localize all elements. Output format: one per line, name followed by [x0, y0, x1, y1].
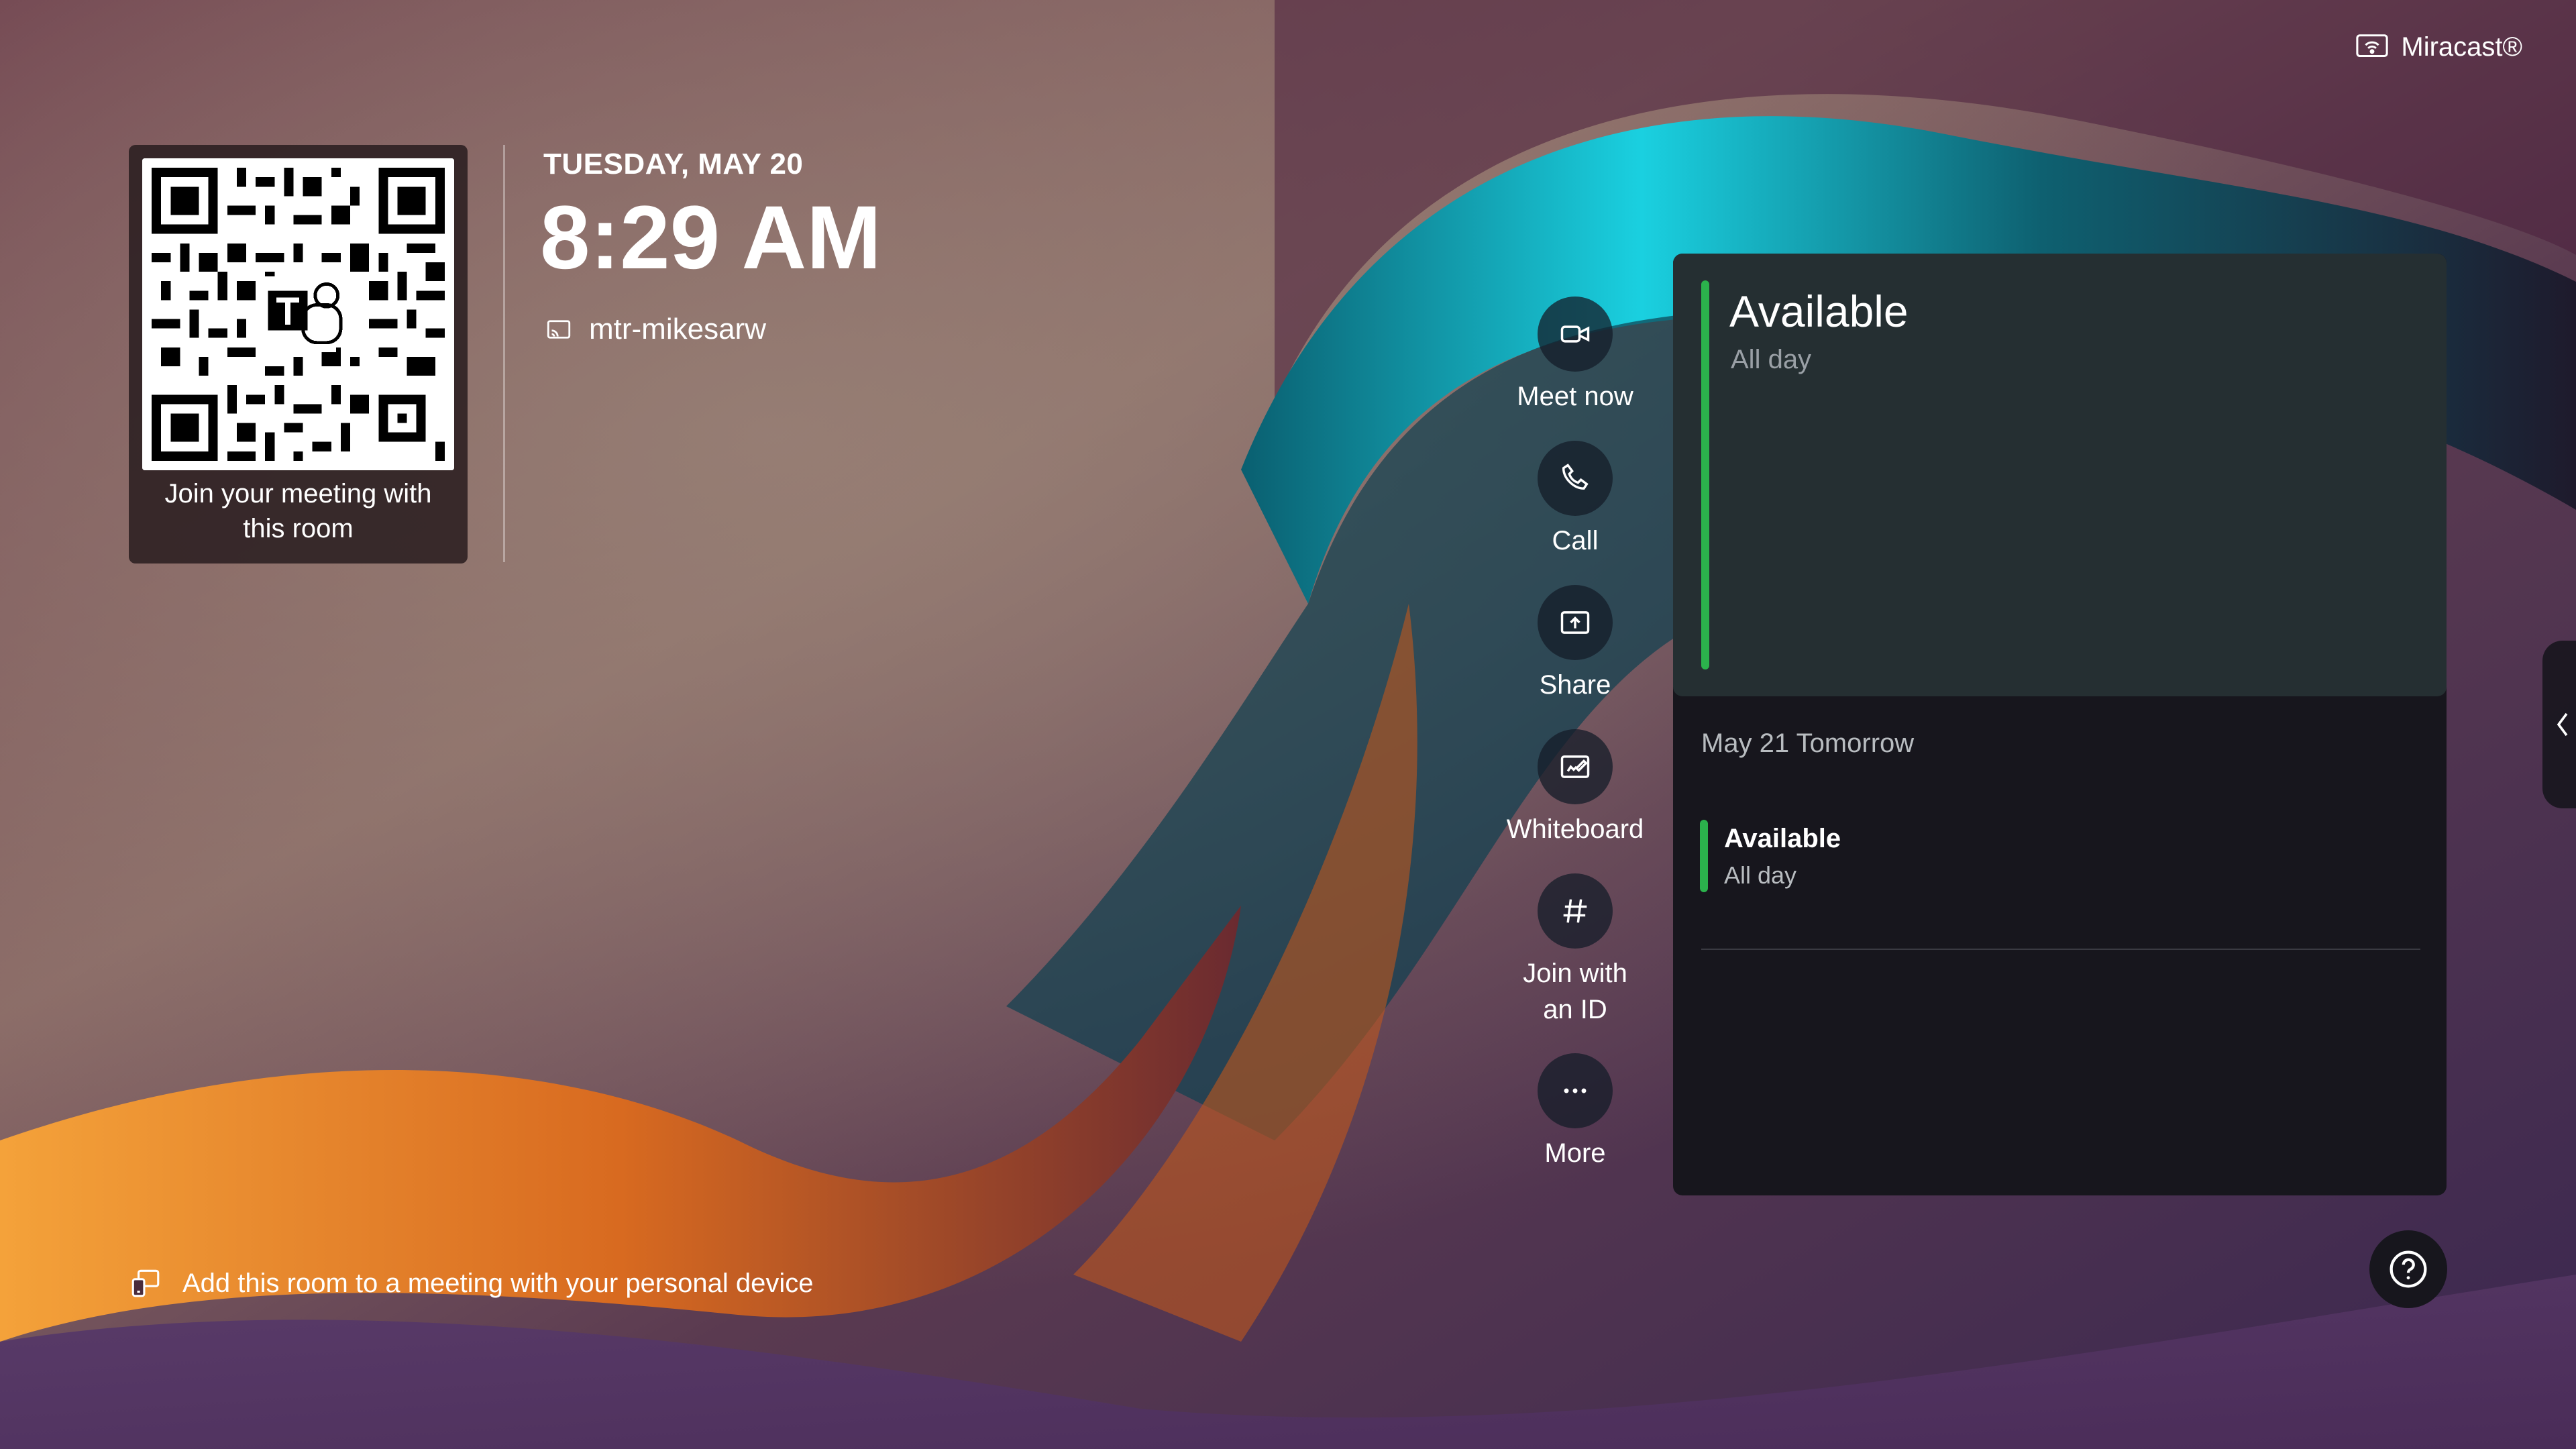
side-panel-tab[interactable]: [2542, 641, 2576, 808]
share-label: Share: [1539, 670, 1611, 700]
date-label: TUESDAY, MAY 20: [543, 148, 804, 180]
today-status-card[interactable]: Available All day: [1673, 254, 2447, 696]
join-with-id-label: Join with an ID: [1523, 959, 1627, 1024]
availability-indicator: [1701, 280, 1709, 669]
qr-code: [142, 158, 454, 470]
qr-join-card: Join your meeting with this room: [129, 145, 468, 564]
ellipsis-icon: [1564, 1088, 1587, 1093]
whiteboard-button[interactable]: Whiteboard: [1468, 729, 1682, 847]
teams-logo: [260, 276, 343, 352]
miracast-label: Miracast®: [2401, 32, 2522, 62]
miracast-icon: [2356, 34, 2389, 57]
video-camera-icon: [1560, 325, 1590, 343]
share-screen-icon: [1560, 611, 1590, 634]
vertical-divider: [503, 145, 505, 562]
whiteboard-label: Whiteboard: [1506, 814, 1644, 844]
calendar-panel: Available All day May 21 Tomorrow Availa…: [1673, 254, 2447, 1195]
help-button[interactable]: [2369, 1230, 2447, 1308]
personal-device-link[interactable]: Add this room to a meeting with your per…: [129, 1267, 814, 1300]
cast-display-icon: [547, 320, 571, 339]
today-status: Available: [1729, 286, 1909, 336]
hash-icon: [1563, 899, 1587, 923]
clock-time: 8:29 AM: [540, 188, 881, 288]
call-label: Call: [1552, 526, 1599, 555]
qr-caption: Join your meeting with this room: [164, 479, 432, 543]
divider: [1701, 949, 2420, 950]
join-with-id-button[interactable]: Join with an ID: [1468, 873, 1682, 1028]
tomorrow-time: All day: [1724, 861, 1797, 889]
chevron-left-icon: [2557, 712, 2568, 737]
miracast-button[interactable]: Miracast®: [2355, 32, 2522, 62]
room-name-label: mtr-mikesarw: [589, 313, 766, 345]
more-button[interactable]: More: [1468, 1053, 1682, 1171]
share-button[interactable]: Share: [1468, 585, 1682, 703]
today-time: All day: [1731, 345, 1812, 374]
call-button[interactable]: Call: [1468, 441, 1682, 559]
question-icon: [2390, 1250, 2427, 1288]
meet-now-button[interactable]: Meet now: [1468, 297, 1682, 415]
tomorrow-header: May 21 Tomorrow: [1701, 729, 1915, 758]
tomorrow-status: Available: [1724, 824, 1841, 853]
availability-indicator: [1700, 820, 1708, 892]
meet-now-label: Meet now: [1517, 382, 1633, 411]
more-label: More: [1544, 1138, 1606, 1168]
phone-icon: [1562, 464, 1589, 490]
room-name: mtr-mikesarw: [545, 313, 766, 346]
whiteboard-icon: [1560, 755, 1590, 778]
personal-device-text: Add this room to a meeting with your per…: [182, 1268, 814, 1298]
device-cast-icon: [131, 1269, 160, 1297]
